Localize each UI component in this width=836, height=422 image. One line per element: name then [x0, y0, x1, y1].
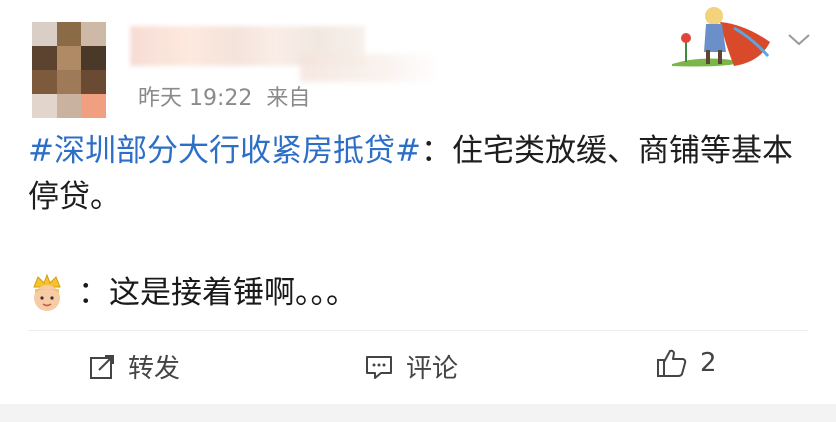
divider	[28, 330, 808, 331]
post-time: 昨天 19:22	[138, 86, 253, 111]
avatar[interactable]	[32, 22, 106, 118]
like-button[interactable]: 2	[656, 348, 717, 378]
chevron-down-icon[interactable]	[786, 32, 812, 48]
action-bar: 转发 评论 2	[0, 340, 836, 396]
source-redacted	[300, 54, 440, 82]
forward-button[interactable]: 转发	[88, 348, 180, 385]
post-meta: 昨天 19:22 来自	[138, 80, 310, 112]
forward-label: 转发	[128, 354, 181, 384]
comment-icon	[366, 355, 392, 379]
post-text: #深圳部分大行收紧房抵贷#：住宅类放缓、商铺等基本停贷。	[28, 128, 798, 220]
post-source: 来自	[266, 86, 311, 111]
reply-line: ：这是接着锤啊。。。	[28, 270, 357, 316]
like-count: 2	[700, 348, 717, 378]
crown-emoji-icon	[33, 273, 61, 311]
like-icon	[657, 349, 687, 377]
forward-icon	[90, 354, 114, 379]
topic-link[interactable]: #深圳部分大行收紧房抵贷#	[28, 133, 421, 169]
comment-label: 评论	[406, 354, 459, 384]
reply-text: ：这是接着锤啊。。。	[78, 275, 357, 311]
comment-button[interactable]: 评论	[364, 348, 458, 385]
weibo-post-card: 昨天 19:22 来自 #深圳部分大行收紧房抵贷#：住宅类放缓、商铺等基本停贷。 …	[0, 0, 836, 404]
decoration-badge-icon[interactable]	[664, 2, 776, 72]
